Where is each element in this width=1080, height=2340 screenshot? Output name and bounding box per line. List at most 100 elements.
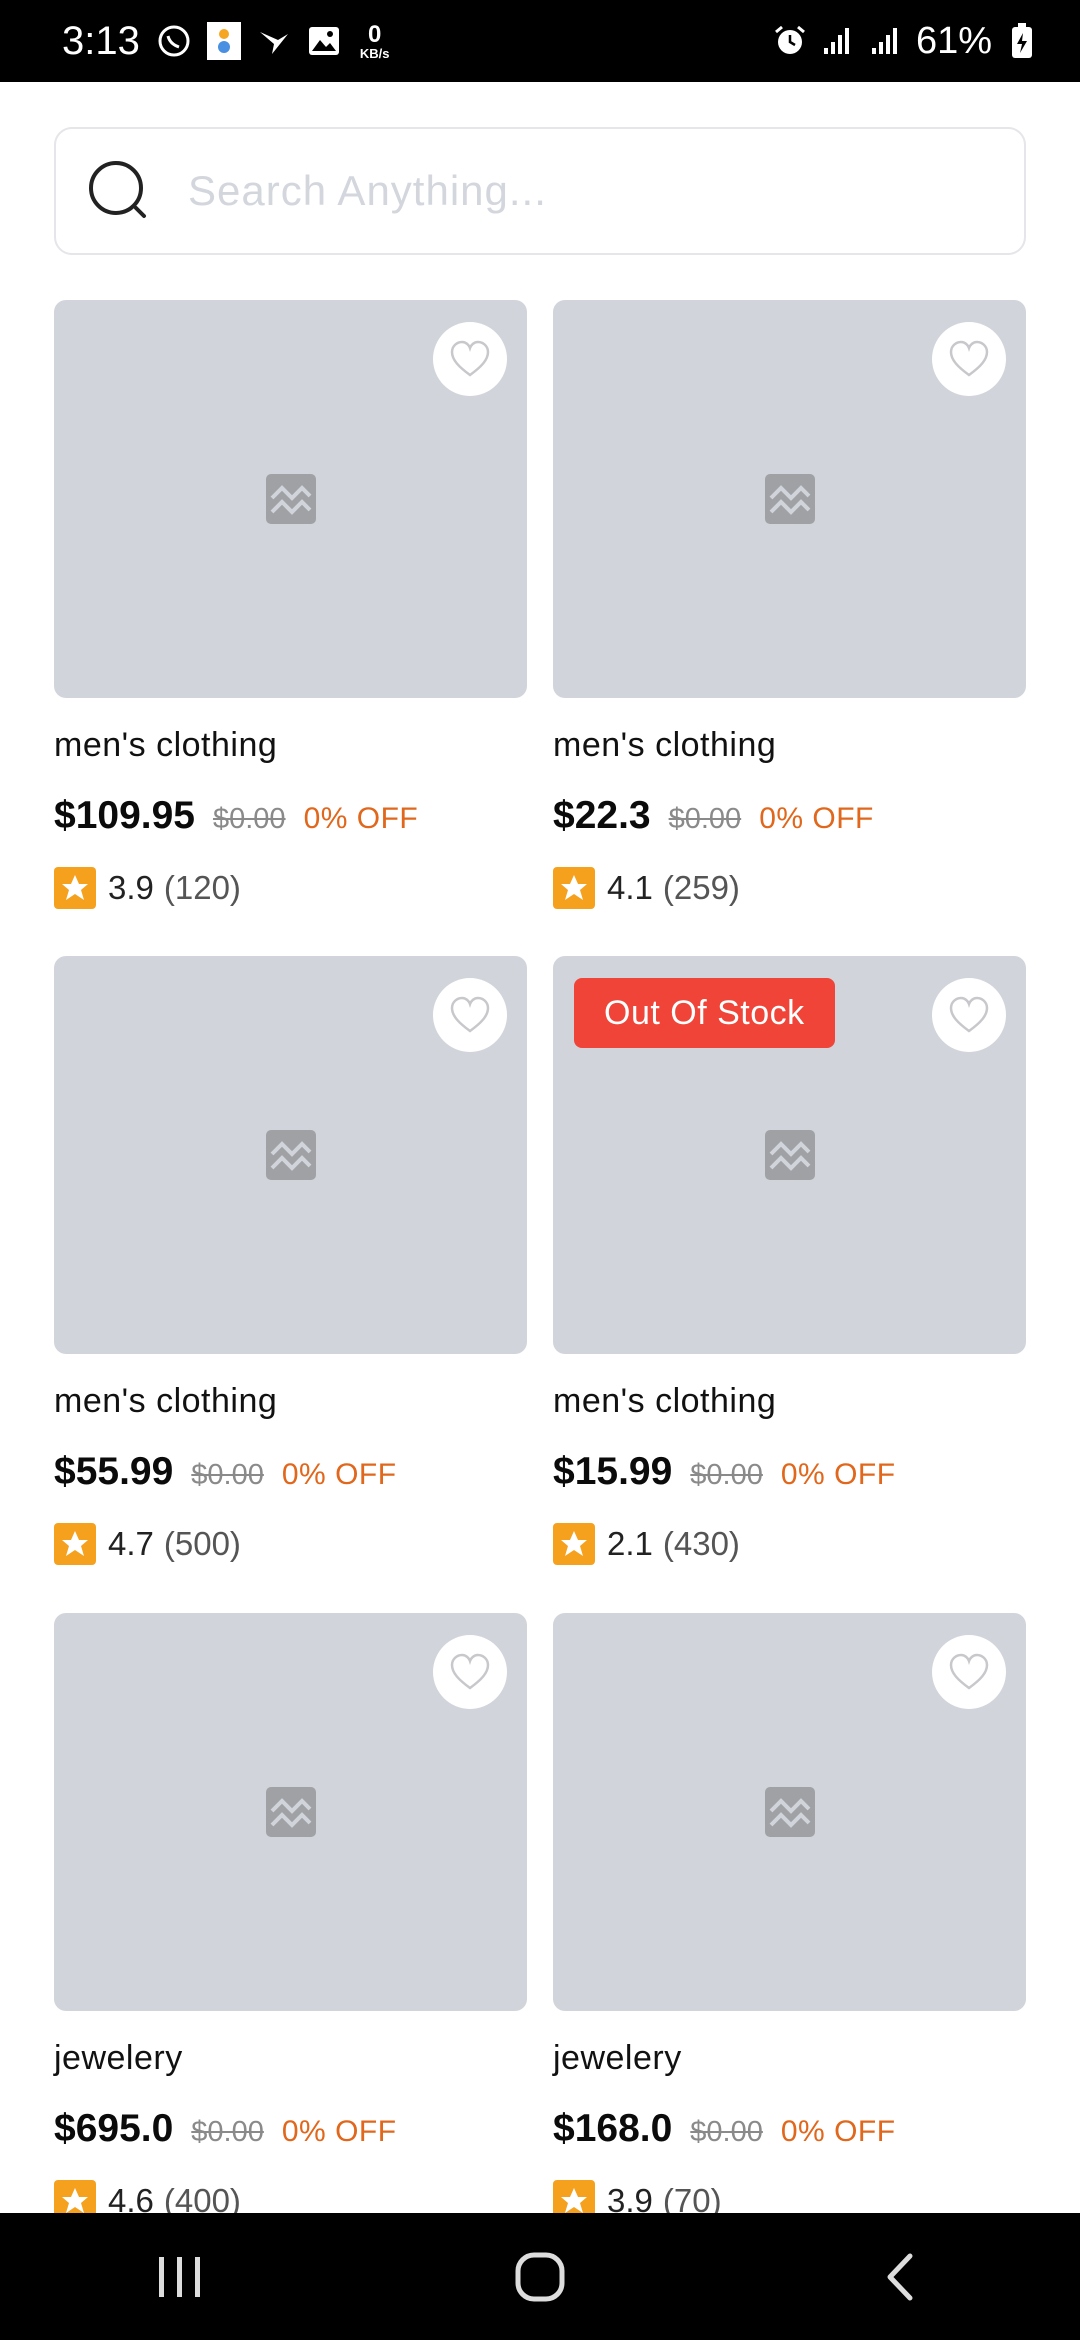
recent-apps-button[interactable]	[120, 2232, 240, 2322]
original-price: $0.00	[690, 2116, 763, 2148]
image-placeholder-icon	[265, 474, 316, 524]
status-time: 3:13	[62, 18, 140, 63]
signal-icon-1	[820, 23, 856, 59]
product-image[interactable]	[54, 1613, 527, 2011]
search-icon[interactable]	[86, 158, 152, 224]
product-category: jewelery	[54, 2039, 183, 2077]
product-card[interactable]: men's clothing $109.95 $0.00 0% OFF 3.9 …	[54, 300, 527, 910]
rating-value: 2.1	[607, 1525, 653, 1562]
home-button[interactable]	[480, 2232, 600, 2322]
heart-icon	[949, 996, 989, 1033]
product-price: $168.0	[553, 2107, 673, 2150]
whatsapp-icon	[156, 23, 192, 59]
favorite-button[interactable]	[433, 322, 507, 396]
review-count: (120)	[163, 869, 241, 906]
hummingbird-icon	[256, 23, 292, 59]
heart-icon	[450, 1653, 490, 1690]
product-category: men's clothing	[553, 1382, 777, 1420]
original-price: $0.00	[212, 803, 286, 835]
price-row: $168.0 $0.00 0% OFF	[553, 2107, 1026, 2155]
product-category: men's clothing	[54, 1382, 278, 1420]
product-card[interactable]: men's clothing $22.3 $0.00 0% OFF 4.1 (2…	[553, 300, 1026, 910]
image-placeholder-icon	[764, 1130, 815, 1180]
notification-icons: 0 KB/s	[156, 20, 390, 61]
rating-row: 4.7 (500)	[54, 1522, 527, 1566]
price-row: $55.99 $0.00 0% OFF	[54, 1450, 527, 1498]
star-icon	[553, 1523, 595, 1565]
google-app-icon	[206, 22, 242, 60]
price-row: $15.99 $0.00 0% OFF	[553, 1450, 1026, 1498]
alarm-icon	[772, 23, 808, 59]
favorite-button[interactable]	[433, 1635, 507, 1709]
price-row: $22.3 $0.00 0% OFF	[553, 794, 1026, 842]
product-card[interactable]: Out Of Stock men's clothing $15.99 $0.00…	[553, 956, 1026, 1566]
navigation-bar	[0, 2213, 1080, 2340]
star-icon	[553, 867, 595, 909]
product-price: $695.0	[54, 2107, 174, 2150]
product-category: men's clothing	[553, 726, 777, 764]
rating-row: 4.1 (259)	[553, 866, 1026, 910]
review-count: (500)	[163, 1525, 241, 1562]
product-price: $55.99	[54, 1450, 174, 1493]
favorite-button[interactable]	[932, 1635, 1006, 1709]
image-placeholder-icon	[764, 1787, 815, 1837]
rating-value: 3.9	[108, 869, 154, 906]
status-bar: 3:13 0 KB/s 61%	[0, 0, 1080, 82]
original-price: $0.00	[668, 803, 742, 835]
rating-row: 3.9 (120)	[54, 866, 527, 910]
system-icons: 61%	[772, 20, 1040, 63]
original-price: $0.00	[191, 1459, 264, 1491]
discount-label: 0% OFF	[303, 802, 419, 835]
discount-label: 0% OFF	[281, 1458, 397, 1491]
product-image[interactable]	[553, 1613, 1026, 2011]
heart-icon	[450, 996, 490, 1033]
product-price: $15.99	[553, 1450, 673, 1493]
image-placeholder-icon	[265, 1787, 316, 1837]
rating-value: 4.7	[108, 1525, 154, 1562]
back-button[interactable]	[840, 2232, 960, 2322]
signal-icon-2	[868, 23, 904, 59]
price-row: $695.0 $0.00 0% OFF	[54, 2107, 527, 2155]
favorite-button[interactable]	[433, 978, 507, 1052]
heart-icon	[949, 340, 989, 377]
battery-charging-icon	[1004, 23, 1040, 59]
product-card[interactable]: jewelery $168.0 $0.00 0% OFF 3.9 (70)	[553, 1613, 1026, 2223]
review-count: (259)	[662, 869, 740, 906]
discount-label: 0% OFF	[780, 1458, 896, 1491]
back-icon	[887, 2253, 913, 2300]
network-speed: 0 KB/s	[359, 20, 390, 61]
favorite-button[interactable]	[932, 978, 1006, 1052]
search-input[interactable]	[186, 166, 970, 216]
product-category: jewelery	[553, 2039, 682, 2077]
product-card[interactable]: jewelery $695.0 $0.00 0% OFF 4.6 (400)	[54, 1613, 527, 2223]
discount-label: 0% OFF	[759, 802, 874, 835]
product-card[interactable]: men's clothing $55.99 $0.00 0% OFF 4.7 (…	[54, 956, 527, 1566]
heart-icon	[450, 340, 490, 377]
search-bar[interactable]	[54, 127, 1026, 255]
favorite-button[interactable]	[932, 322, 1006, 396]
rating-value: 4.1	[607, 869, 653, 906]
image-placeholder-icon	[265, 1130, 316, 1180]
star-icon	[54, 1523, 96, 1565]
discount-label: 0% OFF	[780, 2115, 896, 2148]
original-price: $0.00	[690, 1459, 763, 1491]
home-icon	[515, 2252, 565, 2301]
gallery-icon	[306, 23, 342, 59]
product-price: $109.95	[54, 794, 195, 837]
discount-label: 0% OFF	[281, 2115, 397, 2148]
star-icon	[54, 867, 96, 909]
price-row: $109.95 $0.00 0% OFF	[54, 794, 527, 842]
out-of-stock-badge: Out Of Stock	[574, 978, 835, 1048]
image-placeholder-icon	[764, 474, 815, 524]
recent-apps-icon	[159, 2256, 200, 2297]
product-image[interactable]: Out Of Stock	[553, 956, 1026, 1354]
product-category: men's clothing	[54, 726, 278, 764]
product-image[interactable]	[553, 300, 1026, 698]
rating-row: 2.1 (430)	[553, 1522, 1026, 1566]
original-price: $0.00	[191, 2116, 264, 2148]
product-price: $22.3	[553, 794, 651, 837]
review-count: (430)	[662, 1525, 740, 1562]
product-image[interactable]	[54, 956, 527, 1354]
product-image[interactable]	[54, 300, 527, 698]
battery-percent: 61%	[915, 19, 992, 62]
